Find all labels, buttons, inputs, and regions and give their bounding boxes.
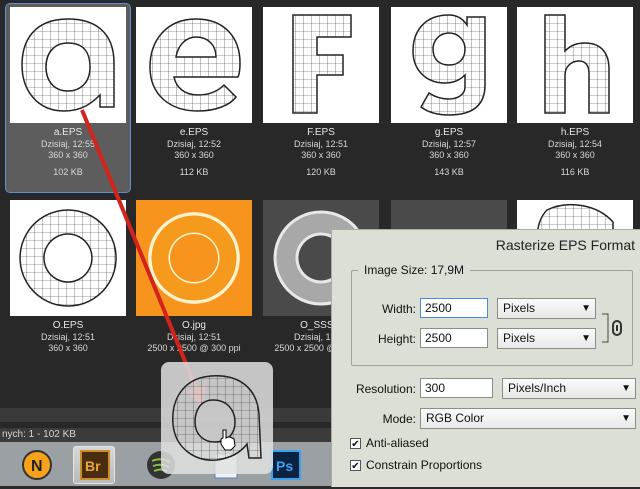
width-unit-select[interactable]: Pixels ▼ [497, 298, 596, 319]
chevron-down-icon: ▼ [581, 333, 591, 344]
svg-text:N: N [31, 458, 43, 475]
chevron-down-icon: ▼ [621, 383, 631, 394]
mode-label: Mode: [382, 412, 416, 426]
height-label: Height: [377, 332, 416, 346]
app-orange-icon[interactable]: N [16, 446, 58, 484]
resolution-unit-select[interactable]: Pixels/Inch ▼ [502, 378, 636, 399]
antialiased-checkbox[interactable]: ✔ [350, 438, 361, 450]
chevron-down-icon: ▼ [581, 303, 591, 314]
chevron-down-icon: ▼ [621, 413, 631, 424]
link-proportions-icon[interactable] [600, 312, 626, 344]
arrow-line [80, 109, 198, 389]
svg-text:Br: Br [85, 458, 101, 474]
status-text: nych: 1 - 102 KB [2, 429, 76, 440]
mode-select[interactable]: RGB Color ▼ [420, 408, 636, 429]
width-label: Width: [381, 302, 416, 316]
svg-text:Ps: Ps [276, 458, 293, 474]
drag-preview [161, 362, 273, 474]
hand-cursor-icon [220, 429, 236, 451]
constrain-proportions-checkbox[interactable]: ✔ [350, 460, 361, 472]
resolution-unit-value: Pixels/Inch [508, 381, 567, 395]
width-field[interactable]: 2500 [420, 298, 488, 318]
antialiased-label: Anti-aliased [366, 436, 429, 450]
constrain-proportions-label: Constrain Proportions [366, 458, 483, 472]
mode-value: RGB Color [426, 411, 485, 425]
dialog-title: Rasterize EPS Format [495, 237, 635, 253]
width-unit-value: Pixels [503, 301, 536, 315]
height-unit-value: Pixels [503, 331, 536, 345]
resolution-label: Resolution: [355, 382, 416, 396]
resolution-field[interactable]: 300 [420, 378, 493, 398]
image-size-label: Image Size: 17,9M [358, 263, 471, 277]
rasterize-eps-dialog: Rasterize EPS Format Image Size: 17,9M W… [331, 229, 640, 487]
bridge-taskbar-button[interactable]: Br [73, 446, 115, 484]
height-field[interactable]: 2500 [420, 328, 488, 348]
height-unit-select[interactable]: Pixels ▼ [497, 328, 596, 349]
